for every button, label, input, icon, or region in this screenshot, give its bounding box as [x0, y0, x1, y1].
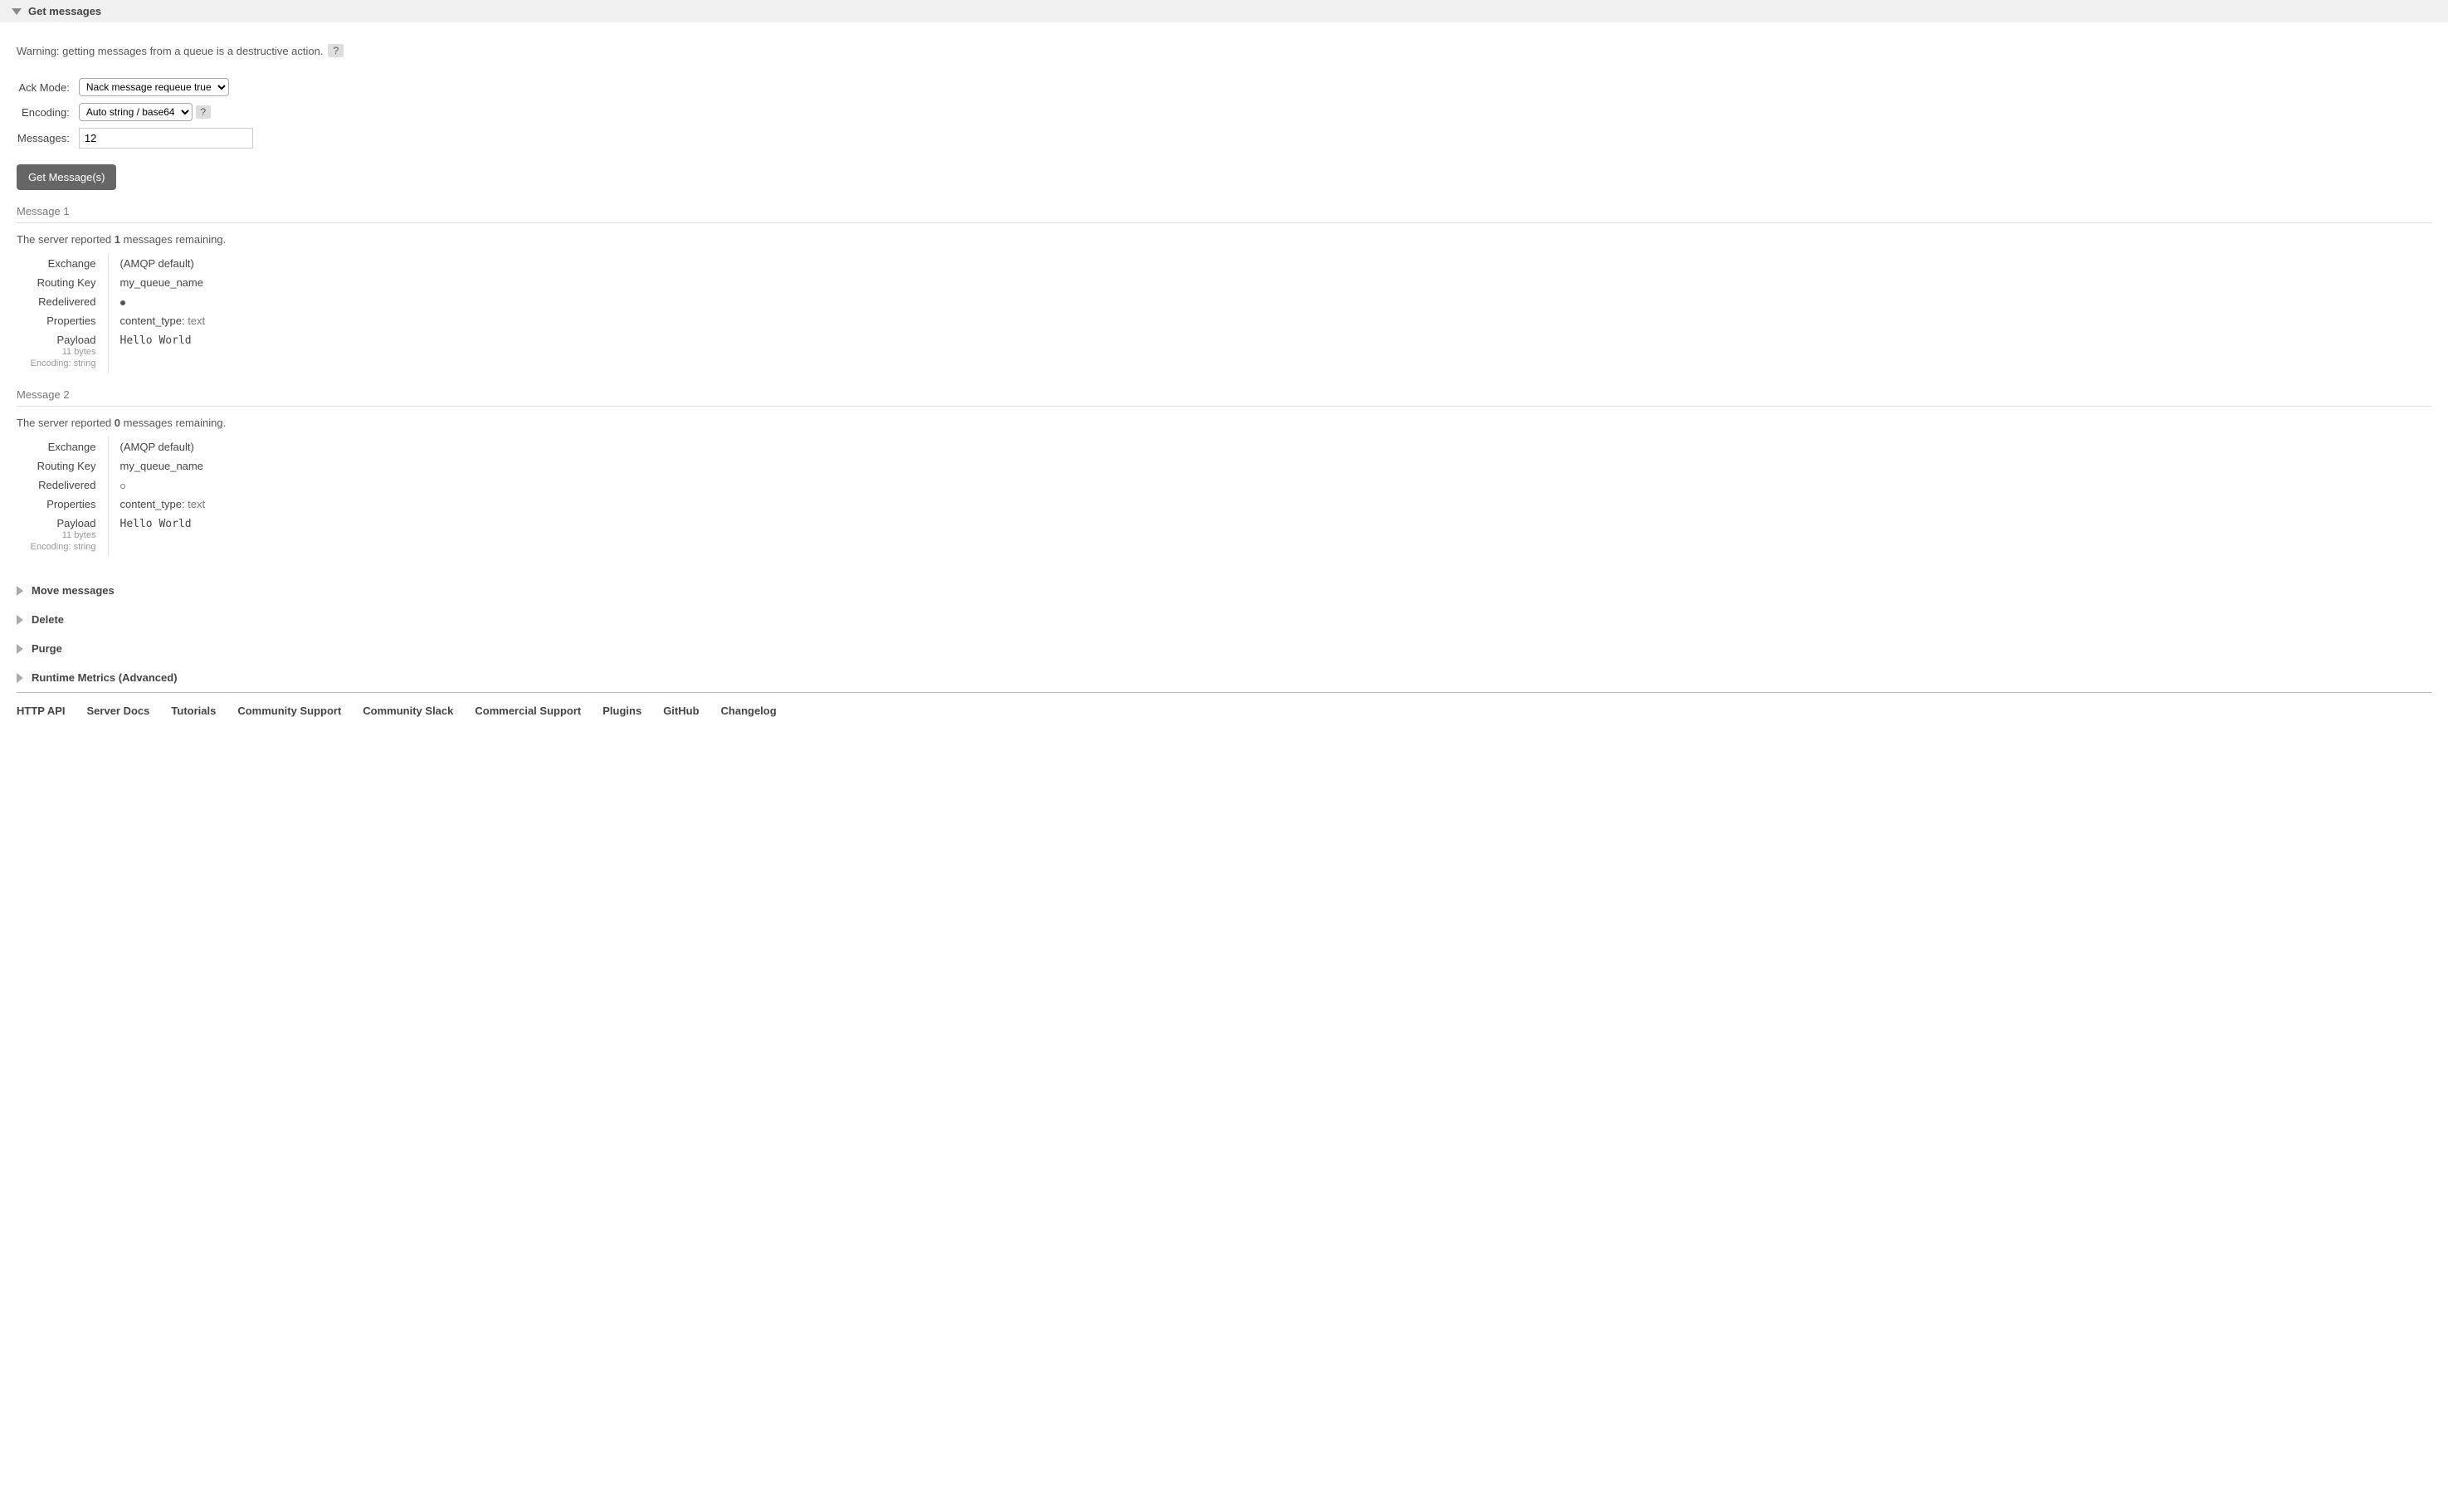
footer-link[interactable]: Community Support — [237, 705, 341, 717]
messages-remaining: The server reported 1 messages remaining… — [17, 223, 2431, 254]
prop-value: (AMQP default) — [108, 437, 205, 456]
footer-link[interactable]: GitHub — [663, 705, 699, 717]
help-icon[interactable]: ? — [328, 44, 344, 57]
prop-label: Routing Key — [17, 273, 108, 292]
encoding-label: Encoding: — [17, 102, 78, 122]
prop-label: Exchange — [17, 254, 108, 273]
collapsed-section[interactable]: Runtime Metrics (Advanced) — [0, 663, 2448, 692]
footer-link[interactable]: Community Slack — [363, 705, 453, 717]
prop-label: Routing Key — [17, 456, 108, 476]
prop-label: Payload11 bytesEncoding: string — [17, 514, 108, 557]
footer-links: HTTP API Server Docs Tutorials Community Su… — [17, 692, 2431, 729]
collapsed-section-label: Purge — [32, 642, 62, 655]
prop-label: Properties — [17, 495, 108, 514]
footer-link[interactable]: Commercial Support — [475, 705, 581, 717]
message-properties: Exchange(AMQP default)Routing Keymy_queu… — [17, 437, 205, 557]
footer-link[interactable]: Tutorials — [171, 705, 216, 717]
messages-input[interactable] — [79, 128, 253, 149]
message-properties: Exchange(AMQP default)Routing Keymy_queu… — [17, 254, 205, 373]
prop-label: Exchange — [17, 437, 108, 456]
chevron-right-icon — [17, 615, 23, 625]
message-block: Message 1The server reported 1 messages … — [17, 198, 2431, 373]
messages-label: Messages: — [17, 127, 78, 149]
message-block: Message 2The server reported 0 messages … — [17, 382, 2431, 557]
chevron-right-icon — [17, 586, 23, 596]
footer-link[interactable]: Server Docs — [87, 705, 150, 717]
chevron-right-icon — [17, 673, 23, 683]
get-messages-form: Ack Mode: Nack message requeue true Enco… — [17, 72, 254, 154]
get-messages-button[interactable]: Get Message(s) — [17, 164, 116, 190]
collapsed-section-label: Delete — [32, 613, 64, 626]
prop-label: Properties — [17, 311, 108, 330]
prop-value: my_queue_name — [108, 456, 205, 476]
chevron-down-icon — [12, 8, 22, 15]
collapsed-section[interactable]: Purge — [0, 634, 2448, 663]
prop-value: content_type: text — [108, 311, 205, 330]
not-redelivered-dot-icon — [120, 484, 125, 489]
prop-value: content_type: text — [108, 495, 205, 514]
chevron-right-icon — [17, 644, 23, 654]
collapsed-section[interactable]: Delete — [0, 605, 2448, 634]
ack-mode-select[interactable]: Nack message requeue true — [79, 78, 229, 96]
footer-link[interactable]: Plugins — [602, 705, 641, 717]
prop-label: Payload11 bytesEncoding: string — [17, 330, 108, 373]
collapsed-section-label: Runtime Metrics (Advanced) — [32, 671, 178, 684]
encoding-select[interactable]: Auto string / base64 — [79, 103, 193, 121]
prop-label: Redelivered — [17, 292, 108, 311]
prop-value: Hello World — [108, 330, 205, 373]
prop-label: Redelivered — [17, 476, 108, 495]
ack-mode-label: Ack Mode: — [17, 77, 78, 97]
section-header-get-messages[interactable]: Get messages — [0, 0, 2448, 22]
section-title: Get messages — [28, 5, 101, 17]
help-icon[interactable]: ? — [196, 105, 212, 119]
prop-value: Hello World — [108, 514, 205, 557]
redelivered-dot-icon — [120, 300, 125, 305]
warning-text: Warning: getting messages from a queue i… — [17, 45, 323, 57]
collapsed-section[interactable]: Move messages — [0, 576, 2448, 605]
prop-value: (AMQP default) — [108, 254, 205, 273]
message-header: Message 1 — [17, 198, 2431, 223]
message-header: Message 2 — [17, 382, 2431, 407]
prop-value — [108, 476, 205, 495]
prop-value: my_queue_name — [108, 273, 205, 292]
collapsed-section-label: Move messages — [32, 584, 115, 597]
footer-link[interactable]: HTTP API — [17, 705, 66, 717]
footer-link[interactable]: Changelog — [721, 705, 777, 717]
messages-remaining: The server reported 0 messages remaining… — [17, 407, 2431, 437]
prop-value — [108, 292, 205, 311]
warning-line: Warning: getting messages from a queue i… — [17, 44, 2431, 57]
